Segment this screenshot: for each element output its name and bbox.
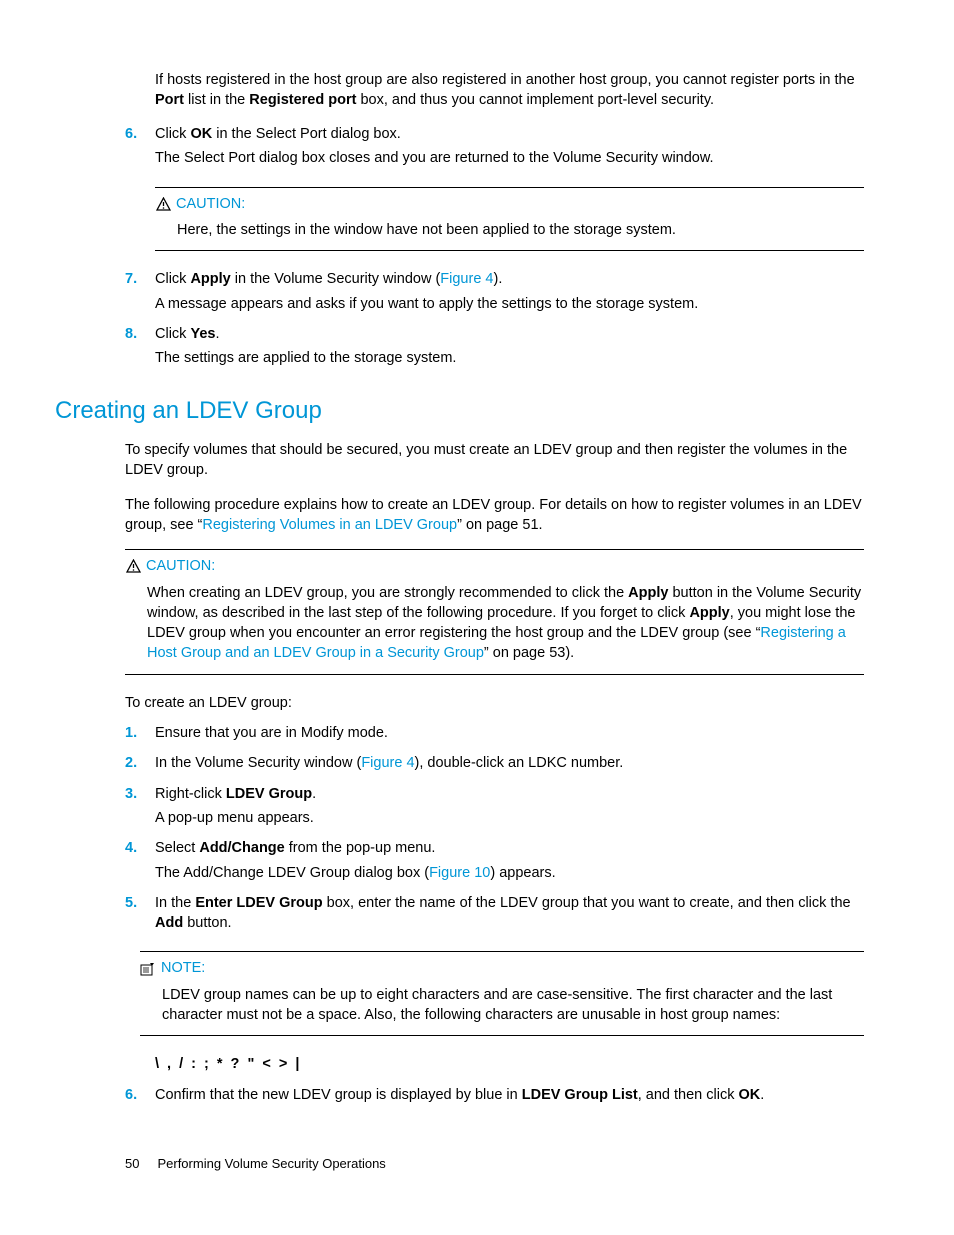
caution-body-2: When creating an LDEV group, you are str…: [147, 583, 864, 664]
note-label: NOTE:: [161, 958, 205, 978]
note-box: NOTE: LDEV group names can be up to eigh…: [140, 951, 864, 1036]
section-heading-creating-ldev-group: Creating an LDEV Group: [55, 394, 884, 428]
caution-body: Here, the settings in the window have no…: [177, 220, 864, 240]
caution-box-1: CAUTION: Here, the settings in the windo…: [155, 187, 864, 252]
intro-paragraph: If hosts registered in the host group ar…: [155, 70, 864, 111]
step-number: 5.: [125, 893, 155, 938]
step-b3: 3. Right-click LDEV Group. A pop-up menu…: [125, 784, 864, 833]
step-8: 8. Click Yes. The settings are applied t…: [125, 324, 864, 373]
step-b2: 2. In the Volume Security window (Figure…: [125, 753, 864, 777]
note-icon: [140, 961, 156, 977]
footer-title: Performing Volume Security Operations: [157, 1155, 385, 1173]
step-number: 3.: [125, 784, 155, 833]
step-b1: 1. Ensure that you are in Modify mode.: [125, 723, 864, 747]
caution-label: CAUTION:: [146, 556, 215, 576]
step-b6: 6. Confirm that the new LDEV group is di…: [125, 1085, 864, 1109]
figure-4-link-b[interactable]: Figure 4: [361, 755, 414, 771]
step-7: 7. Click Apply in the Volume Security wi…: [125, 269, 864, 318]
step-number: 4.: [125, 838, 155, 887]
steps-list-b-cont: 6. Confirm that the new LDEV group is di…: [125, 1085, 864, 1109]
section-paragraph-1: To specify volumes that should be secure…: [125, 440, 864, 481]
step-b4: 4. Select Add/Change from the pop-up men…: [125, 838, 864, 887]
steps-list-b: 1. Ensure that you are in Modify mode. 2…: [125, 723, 864, 937]
note-body: LDEV group names can be up to eight char…: [162, 985, 864, 1026]
forbidden-characters: \ , / : ; * ? " < > |: [155, 1054, 864, 1074]
caution-icon: [125, 558, 141, 574]
steps-list-continued: 6. Click OK in the Select Port dialog bo…: [125, 124, 864, 173]
steps-list-continued-2: 7. Click Apply in the Volume Security wi…: [125, 269, 864, 372]
registering-volumes-link[interactable]: Registering Volumes in an LDEV Group: [202, 517, 457, 533]
section-paragraph-2: The following procedure explains how to …: [125, 495, 864, 536]
caution-box-2: CAUTION: When creating an LDEV group, yo…: [125, 549, 864, 674]
caution-icon: [155, 196, 171, 212]
lead-paragraph: To create an LDEV group:: [125, 693, 864, 713]
step-number: 1.: [125, 723, 155, 747]
step-number: 6.: [125, 1085, 155, 1109]
step-number: 2.: [125, 753, 155, 777]
page-footer: 50 Performing Volume Security Operations: [125, 1155, 386, 1173]
step-number: 8.: [125, 324, 155, 373]
page-number: 50: [125, 1155, 139, 1173]
step-number: 7.: [125, 269, 155, 318]
caution-label: CAUTION:: [176, 194, 245, 214]
figure-10-link[interactable]: Figure 10: [429, 865, 490, 881]
step-6: 6. Click OK in the Select Port dialog bo…: [125, 124, 864, 173]
step-b5: 5. In the Enter LDEV Group box, enter th…: [125, 893, 864, 938]
figure-4-link[interactable]: Figure 4: [440, 271, 493, 287]
step-number: 6.: [125, 124, 155, 173]
